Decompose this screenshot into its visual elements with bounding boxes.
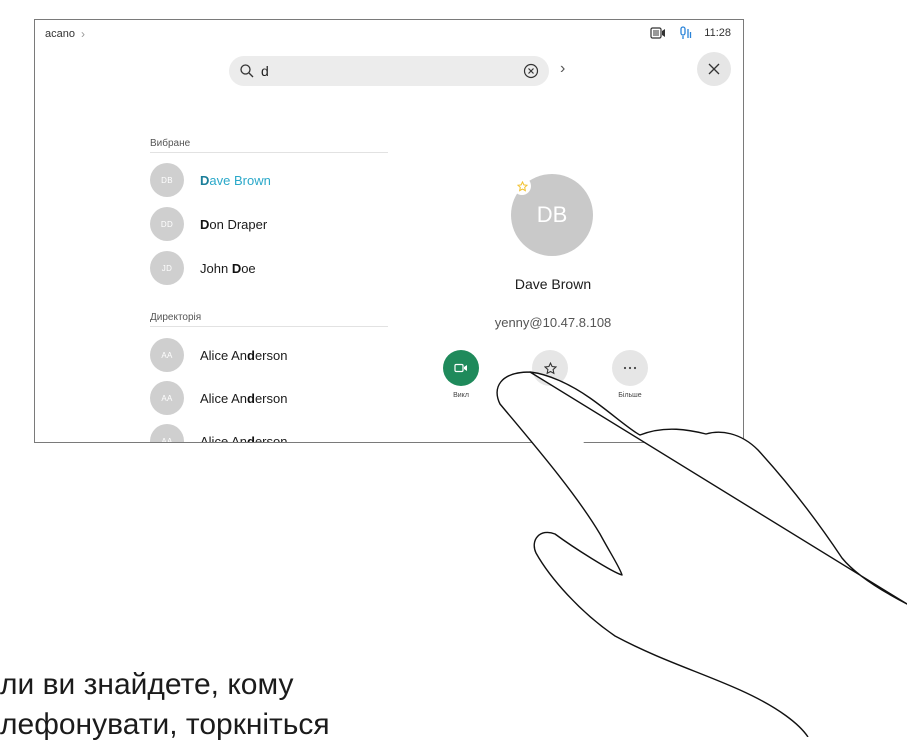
avatar: AA <box>150 381 184 415</box>
directory-title: Директорія <box>150 312 202 323</box>
contact-name: Don Draper <box>200 216 268 232</box>
list-item[interactable]: DD Don Draper <box>150 207 267 241</box>
favorite-badge <box>513 177 531 195</box>
chevron-right-icon: › <box>80 27 85 41</box>
star-icon <box>543 361 557 374</box>
list-item[interactable]: AA Alice Anderson <box>150 381 287 415</box>
avatar: AA <box>150 424 184 442</box>
more-label: Більше <box>618 392 642 399</box>
contact-name: John Doe <box>200 260 256 276</box>
favorite-button[interactable] <box>520 350 580 392</box>
list-item[interactable]: AA Alice Anderson <box>150 424 288 443</box>
microphone-icon <box>680 26 692 39</box>
favorite-circle <box>532 350 568 386</box>
clear-icon[interactable] <box>523 63 539 79</box>
contact-address: yenny@10.47.8.108 <box>494 315 612 330</box>
avatar: JD <box>150 251 184 285</box>
call-label: Викл <box>453 392 469 399</box>
instruction-line-2: лефонувати, торкніться <box>0 708 330 741</box>
touch-screen: acano › 11:28 d › Вибране DB Dave Brown … <box>34 19 744 443</box>
search-query: d <box>261 63 269 79</box>
device-name: acano <box>45 28 75 40</box>
call-button[interactable]: Викл <box>431 350 491 399</box>
divider <box>150 326 388 327</box>
search-icon <box>240 64 254 78</box>
close-button[interactable] <box>697 52 731 86</box>
more-circle <box>612 350 648 386</box>
more-icon <box>623 366 637 370</box>
list-item[interactable]: JD John Doe <box>150 251 256 285</box>
search-input[interactable]: d <box>229 56 549 86</box>
star-icon <box>516 180 528 192</box>
avatar: DD <box>150 207 184 241</box>
divider <box>150 152 388 153</box>
clock: 11:28 <box>704 27 731 39</box>
contact-name: Alice Anderson <box>200 433 288 443</box>
more-button[interactable]: Більше <box>600 350 660 399</box>
contact-name: Dave Brown <box>200 172 271 188</box>
list-item[interactable]: DB Dave Brown <box>150 163 271 197</box>
call-circle <box>443 350 479 386</box>
contact-name: Alice Anderson <box>200 347 288 363</box>
list-item[interactable]: AA Alice Anderson <box>150 338 287 372</box>
instruction-line-1: ли ви знайдете, кому <box>0 668 294 701</box>
status-bar-left: acano › <box>45 27 85 41</box>
favorites-title: Вибране <box>150 138 191 149</box>
avatar: AA <box>150 338 184 372</box>
contact-detail-name: Dave Brown <box>514 276 592 292</box>
chevron-right-icon[interactable]: › <box>560 60 565 78</box>
close-icon <box>708 63 720 75</box>
status-bar-right: 11:28 <box>650 26 731 40</box>
avatar: DB <box>150 163 184 197</box>
screen-share-icon <box>650 27 666 39</box>
video-camera-icon <box>454 363 467 373</box>
contact-name: Alice Anderson <box>200 390 288 406</box>
